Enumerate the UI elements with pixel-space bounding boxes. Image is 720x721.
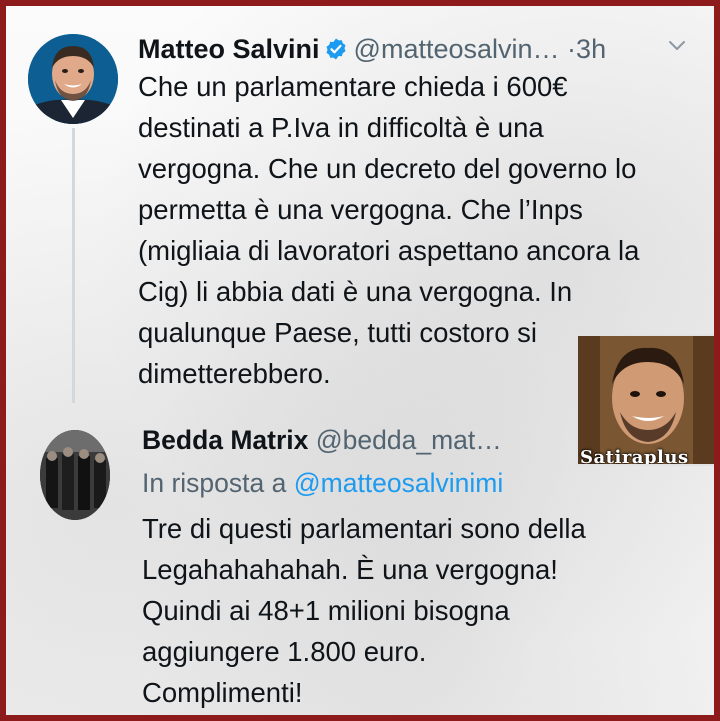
reply-author-avatar[interactable] bbox=[40, 430, 110, 520]
overlay-photo: Satiraplus bbox=[576, 334, 714, 466]
reply-prefix: In risposta a bbox=[142, 468, 287, 498]
reply-author-handle[interactable]: @bedda_mat… bbox=[316, 425, 502, 455]
author-avatar[interactable] bbox=[28, 34, 118, 124]
author-name[interactable]: Matteo Salvini bbox=[138, 34, 320, 64]
reply-context: In risposta a @matteosalvinimi bbox=[142, 466, 503, 500]
overlay-caption: Satiraplus bbox=[580, 447, 689, 466]
author-handle[interactable]: @matteosalvin… bbox=[354, 34, 560, 64]
tweet-text-line: destinati a P.Iva in difficoltà è una bbox=[138, 112, 544, 143]
reply-text-line: Complimenti! bbox=[142, 677, 303, 708]
reply-mention-link[interactable]: @matteosalvinimi bbox=[294, 468, 504, 498]
verified-badge-icon bbox=[324, 35, 348, 60]
main-tweet-header: Matteo Salvini @matteosalvin… ·3h bbox=[138, 32, 606, 66]
reply-text-line: Legahahahahah. È una vergogna! bbox=[142, 554, 558, 585]
tweet-text-line: Cig) li abbia dati è una vergogna. In bbox=[138, 276, 573, 307]
reply-author-name[interactable]: Bedda Matrix bbox=[142, 425, 308, 455]
reply-tweet-text: Tre di questi parlamentari sono della Le… bbox=[142, 508, 702, 713]
reply-text-line: aggiungere 1.800 euro. bbox=[142, 636, 427, 667]
reply-text-line: Quindi ai 48+1 milioni bisogna bbox=[142, 595, 510, 626]
separator-dot: · bbox=[567, 34, 577, 64]
chevron-down-icon[interactable] bbox=[666, 34, 688, 56]
tweet-time[interactable]: 3h bbox=[576, 34, 606, 64]
reply-tweet-header: Bedda Matrix @bedda_mat… bbox=[142, 423, 502, 457]
thread-connector-line bbox=[72, 128, 75, 403]
tweet-text-line: vergogna. Che un decreto del governo lo bbox=[138, 153, 637, 184]
screenshot-frame: Matteo Salvini @matteosalvin… ·3h Che un … bbox=[0, 0, 720, 721]
reply-text-line: Tre di questi parlamentari sono della bbox=[142, 513, 586, 544]
tweet-text-line: Che un parlamentare chieda i 600€ bbox=[138, 71, 568, 102]
tweet-text-line: (migliaia di lavoratori aspettano ancora… bbox=[138, 235, 640, 266]
tweet-text-line: permetta è una vergogna. Che l’Inps bbox=[138, 194, 583, 225]
